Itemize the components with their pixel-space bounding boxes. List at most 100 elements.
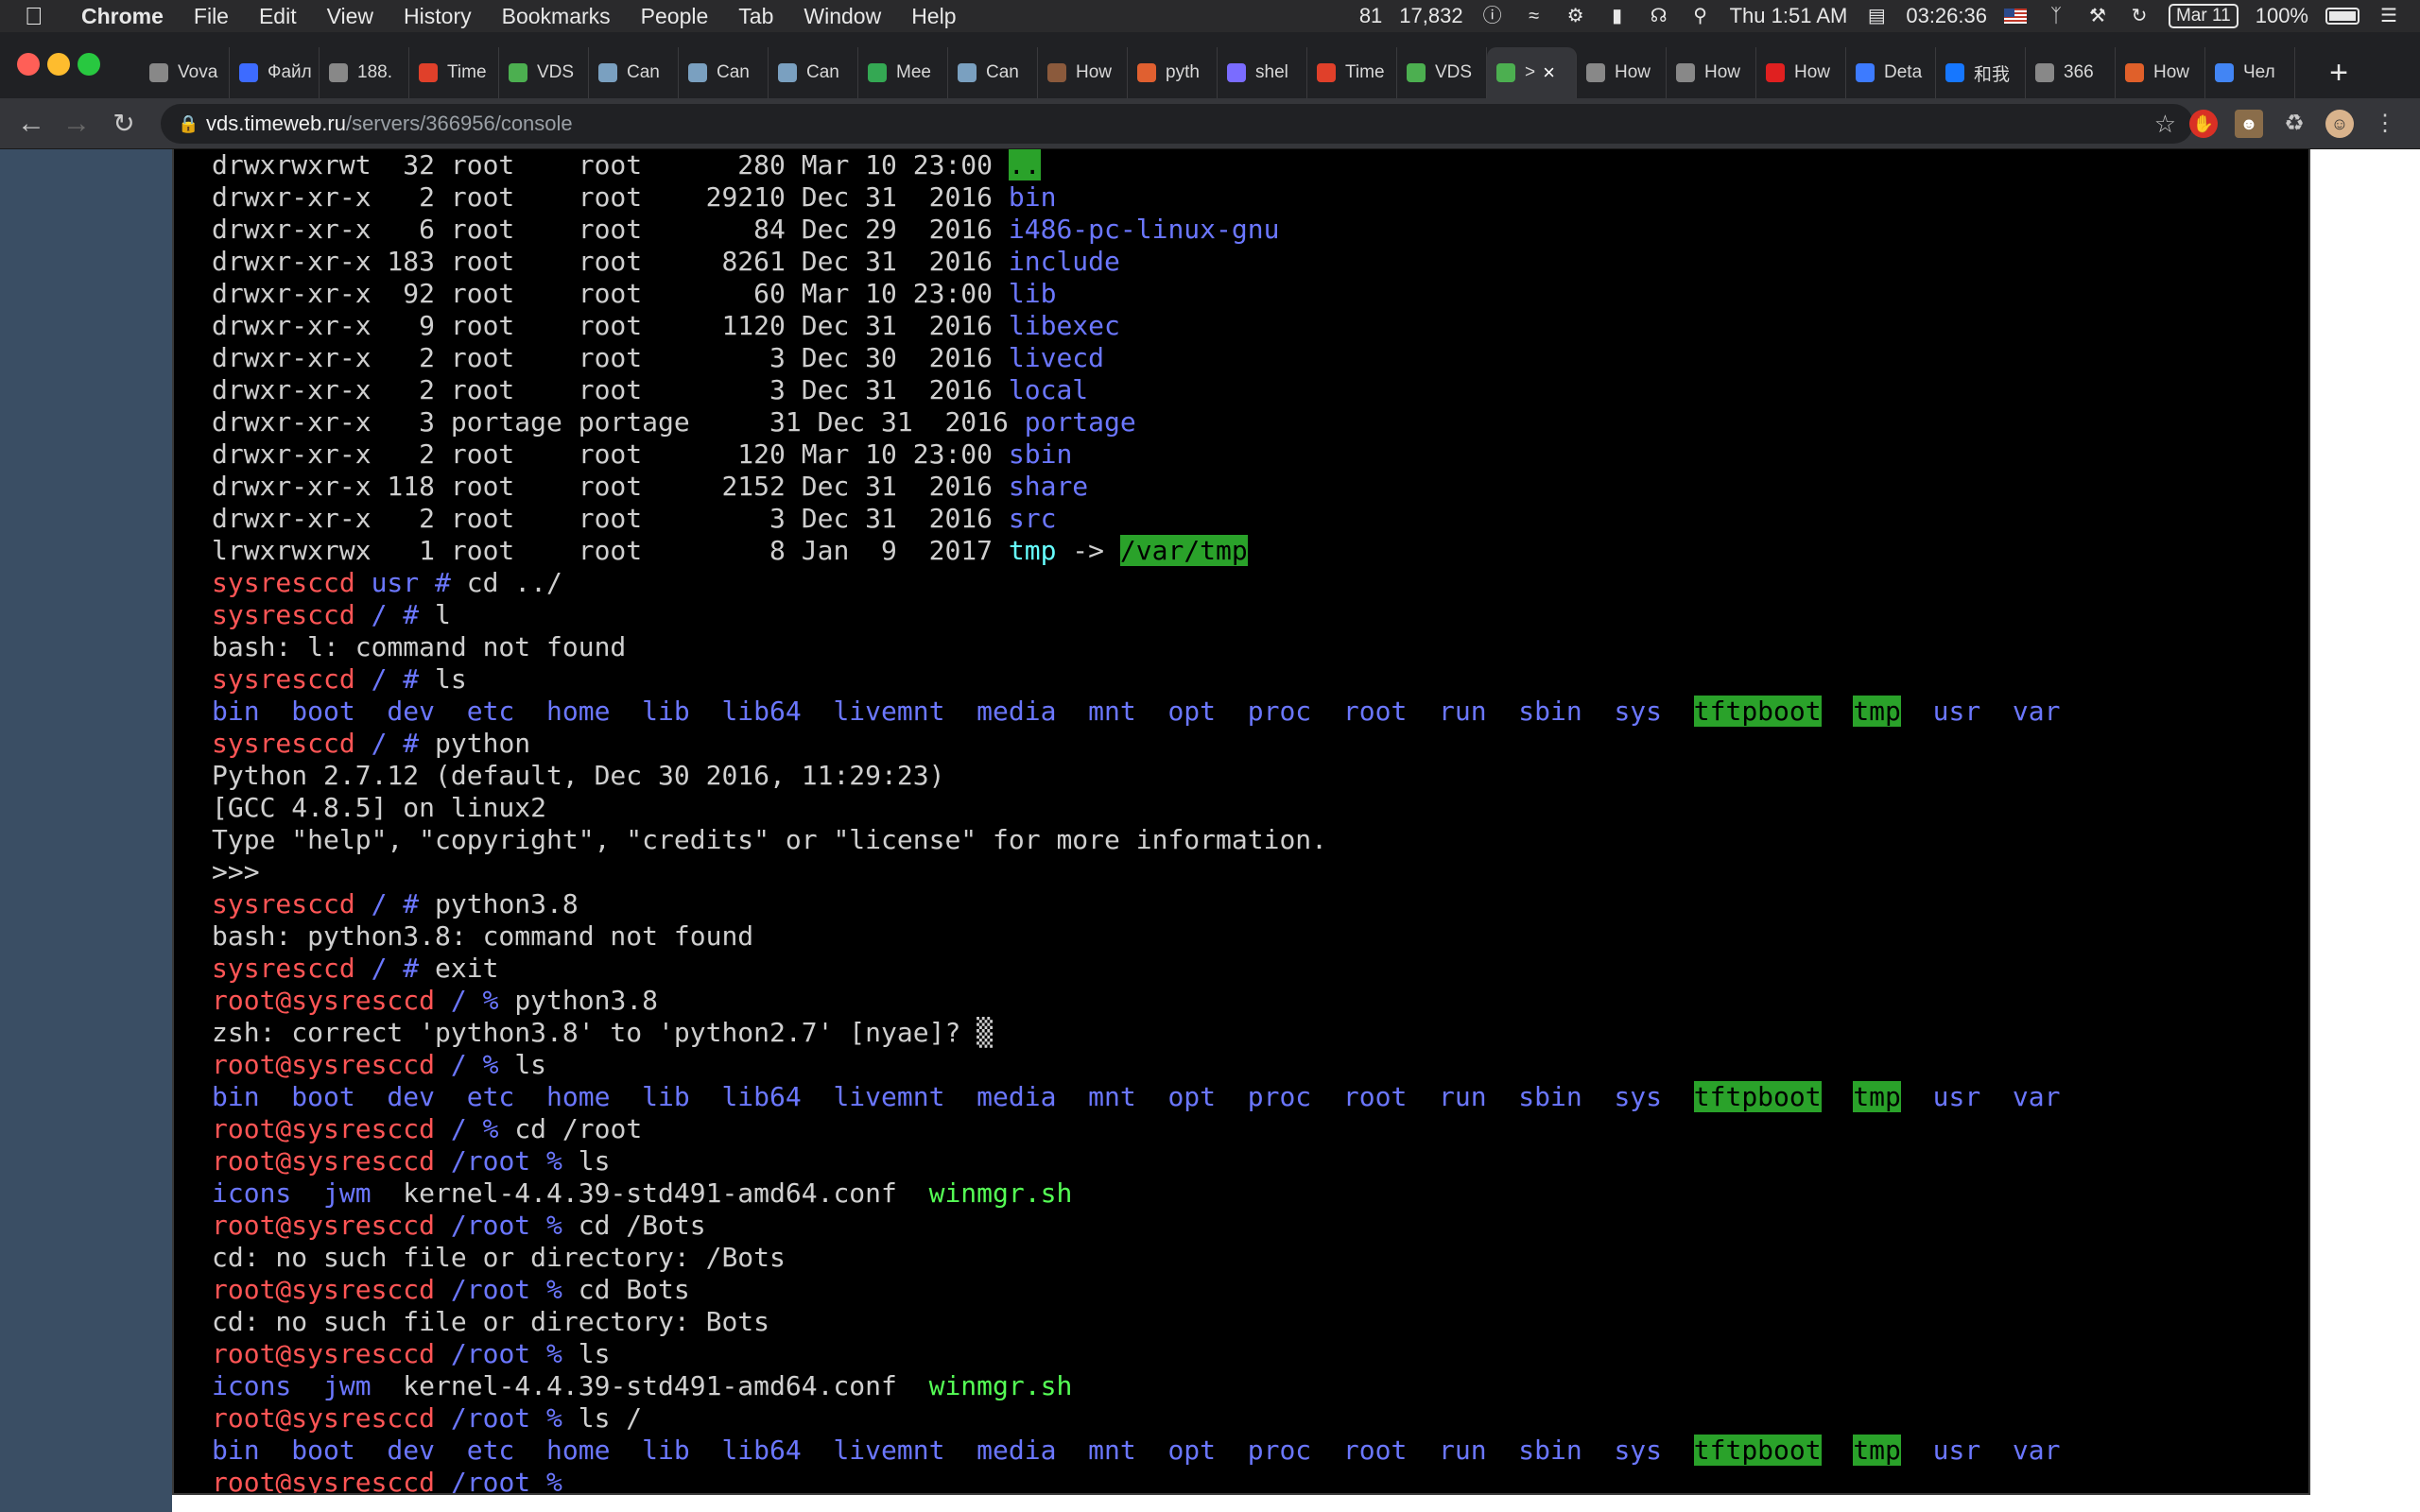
generic-favicon	[149, 63, 168, 82]
browser-tab[interactable]: How	[1038, 47, 1128, 98]
browser-tab[interactable]: Файл	[230, 47, 320, 98]
browser-tab[interactable]: How	[2116, 47, 2205, 98]
browser-tab[interactable]: 188.	[320, 47, 409, 98]
list-icon[interactable]: ☰	[2377, 6, 2401, 26]
date-badge[interactable]: Mar 11	[2168, 4, 2238, 28]
globe-icon	[2035, 63, 2054, 82]
browser-tab[interactable]: Can	[679, 47, 769, 98]
chrome-menu-icon[interactable]: ⋮	[2371, 110, 2399, 138]
browser-tab[interactable]: pyth	[1128, 47, 1218, 98]
browser-tab[interactable]: > ×	[1487, 47, 1577, 98]
tab-label: Can	[627, 62, 660, 82]
menu-people[interactable]: People	[626, 4, 724, 29]
browser-tab[interactable]: 366	[2026, 47, 2116, 98]
app-menu[interactable]: Chrome	[66, 4, 179, 29]
terminal-line: drwxr-xr-x 6 root root 84 Dec 29 2016 i4…	[212, 214, 2060, 246]
browser-tab[interactable]: Чел	[2205, 47, 2295, 98]
forward-arrow-icon[interactable]: →	[59, 106, 95, 142]
new-tab-button[interactable]: +	[2314, 47, 2363, 98]
terminal-text-segment: usr #	[371, 567, 467, 598]
python-icon	[1137, 63, 1156, 82]
browser-tab[interactable]: How	[1577, 47, 1667, 98]
menu-file[interactable]: File	[179, 4, 244, 29]
browser-tab[interactable]: shel	[1218, 47, 1307, 98]
us-flag-icon[interactable]	[2003, 9, 2027, 24]
status-count-b[interactable]: 17,832	[1399, 4, 1462, 28]
menu-edit[interactable]: Edit	[244, 4, 312, 29]
time-machine-icon[interactable]: ↻	[2127, 6, 2152, 26]
status-count-a[interactable]: 81	[1359, 4, 1382, 28]
menu-help[interactable]: Help	[896, 4, 971, 29]
bookmark-star-icon[interactable]: ☆	[2154, 104, 2176, 144]
terminal-text-segment: tmp	[1853, 696, 1901, 727]
headphones-icon[interactable]: ☊	[1647, 6, 1671, 26]
browser-tab[interactable]: 和我	[1936, 47, 2026, 98]
menu-history[interactable]: History	[389, 4, 487, 29]
tab-label: Deta	[1884, 62, 1923, 82]
browser-tab[interactable]: Deta	[1846, 47, 1936, 98]
microphone-icon[interactable]: ▮	[1605, 6, 1630, 26]
browser-tab[interactable]: VDS	[1397, 47, 1487, 98]
lock-icon[interactable]: 🔒	[178, 104, 199, 144]
terminal-line: bash: l: command not found	[212, 631, 2060, 663]
info-icon[interactable]: ⓘ	[1480, 6, 1505, 26]
terminal-line: drwxrwxrwt 32 root root 280 Mar 10 23:00…	[212, 149, 2060, 181]
battery-percent[interactable]: 100%	[2256, 4, 2308, 28]
browser-tab[interactable]: Can	[769, 47, 858, 98]
clock-text[interactable]: Thu 1:51 AM	[1730, 4, 1848, 28]
terminal-line: bin boot dev etc home lib lib64 livemnt …	[212, 696, 2060, 728]
back-arrow-icon[interactable]: ←	[13, 106, 49, 142]
menu-tab[interactable]: Tab	[723, 4, 788, 29]
terminal-text-segment: portage	[1024, 406, 1136, 438]
menu-bookmarks[interactable]: Bookmarks	[487, 4, 626, 29]
terminal-text-segment: / #	[371, 663, 436, 695]
terminal-text-segment: [GCC 4.8.5] on linux2	[212, 792, 547, 823]
close-tab-icon[interactable]: ×	[1543, 60, 1555, 85]
bluetooth-icon[interactable]: ᛉ	[2044, 6, 2068, 26]
browser-tab[interactable]: Can	[948, 47, 1038, 98]
browser-tab[interactable]: Vova	[140, 47, 230, 98]
terminal-line: bash: python3.8: command not found	[212, 920, 2060, 953]
browser-tab[interactable]: VDS	[499, 47, 589, 98]
tool-icon[interactable]: ⚒	[2085, 6, 2110, 26]
browser-tab[interactable]: How	[1756, 47, 1846, 98]
terminal-text-segment: drwxr-xr-x 3 portage portage 31 Dec 31 2…	[212, 406, 1025, 438]
menu-window[interactable]: Window	[788, 4, 896, 29]
browser-tab[interactable]: How	[1667, 47, 1756, 98]
tab-label: How	[1076, 62, 1113, 82]
tab-label: How	[1704, 62, 1741, 82]
menu-view[interactable]: View	[312, 4, 389, 29]
terminal-line: drwxr-xr-x 2 root root 29210 Dec 31 2016…	[212, 181, 2060, 214]
terminal-text-segment: kernel-4.4.39-std491-amd64.conf	[403, 1370, 929, 1401]
minimize-window-button[interactable]	[47, 53, 70, 76]
reload-icon[interactable]: ↻	[106, 106, 142, 142]
status-area: 81 17,832 ⓘ ≈ ⚙ ▮ ☊ ⚲ Thu 1:51 AM ▤ 03:2…	[1359, 0, 2401, 32]
terminal-text-segment: _	[578, 1467, 595, 1495]
calendar-icon[interactable]: ▤	[1864, 6, 1889, 26]
browser-tab[interactable]: Time	[1307, 47, 1397, 98]
apple-menu-icon[interactable]: 	[25, 2, 66, 31]
close-window-button[interactable]	[17, 53, 40, 76]
wifi-icon[interactable]: ≈	[1522, 6, 1547, 26]
terminal-text-segment: root@sysresccd	[212, 1402, 451, 1434]
terminal-text-segment: bin boot dev etc home lib lib64 livemnt …	[212, 1435, 1694, 1466]
browser-tab[interactable]: Time	[409, 47, 499, 98]
browser-tab[interactable]: Mee	[858, 47, 948, 98]
zoom-window-button[interactable]	[78, 53, 100, 76]
settings-icon[interactable]: ⚙	[1564, 6, 1588, 26]
address-bar[interactable]: 🔒 vds.timeweb.ru/servers/366956/console …	[161, 104, 2193, 144]
extension-face-icon[interactable]: ☻	[2235, 110, 2263, 138]
extensions-puzzle-icon[interactable]: ♻	[2280, 110, 2308, 138]
side-panel	[0, 149, 172, 1512]
terminal-text-segment: l	[435, 599, 451, 630]
extension-stop-icon[interactable]: ✋	[2189, 110, 2218, 138]
terminal-line: root@sysresccd /root % cd Bots	[212, 1274, 2060, 1306]
shell-icon	[1227, 63, 1246, 82]
browser-tab[interactable]: Can	[589, 47, 679, 98]
battery-icon[interactable]	[2325, 8, 2360, 25]
console-terminal[interactable]: drwxrwxrwt 32 root root 280 Mar 10 23:00…	[172, 149, 2310, 1495]
terminal-text-segment: /root %	[450, 1402, 579, 1434]
timer-text[interactable]: 03:26:36	[1906, 4, 1987, 28]
pin-icon[interactable]: ⚲	[1688, 6, 1713, 26]
profile-avatar[interactable]: ☺	[2325, 110, 2354, 138]
